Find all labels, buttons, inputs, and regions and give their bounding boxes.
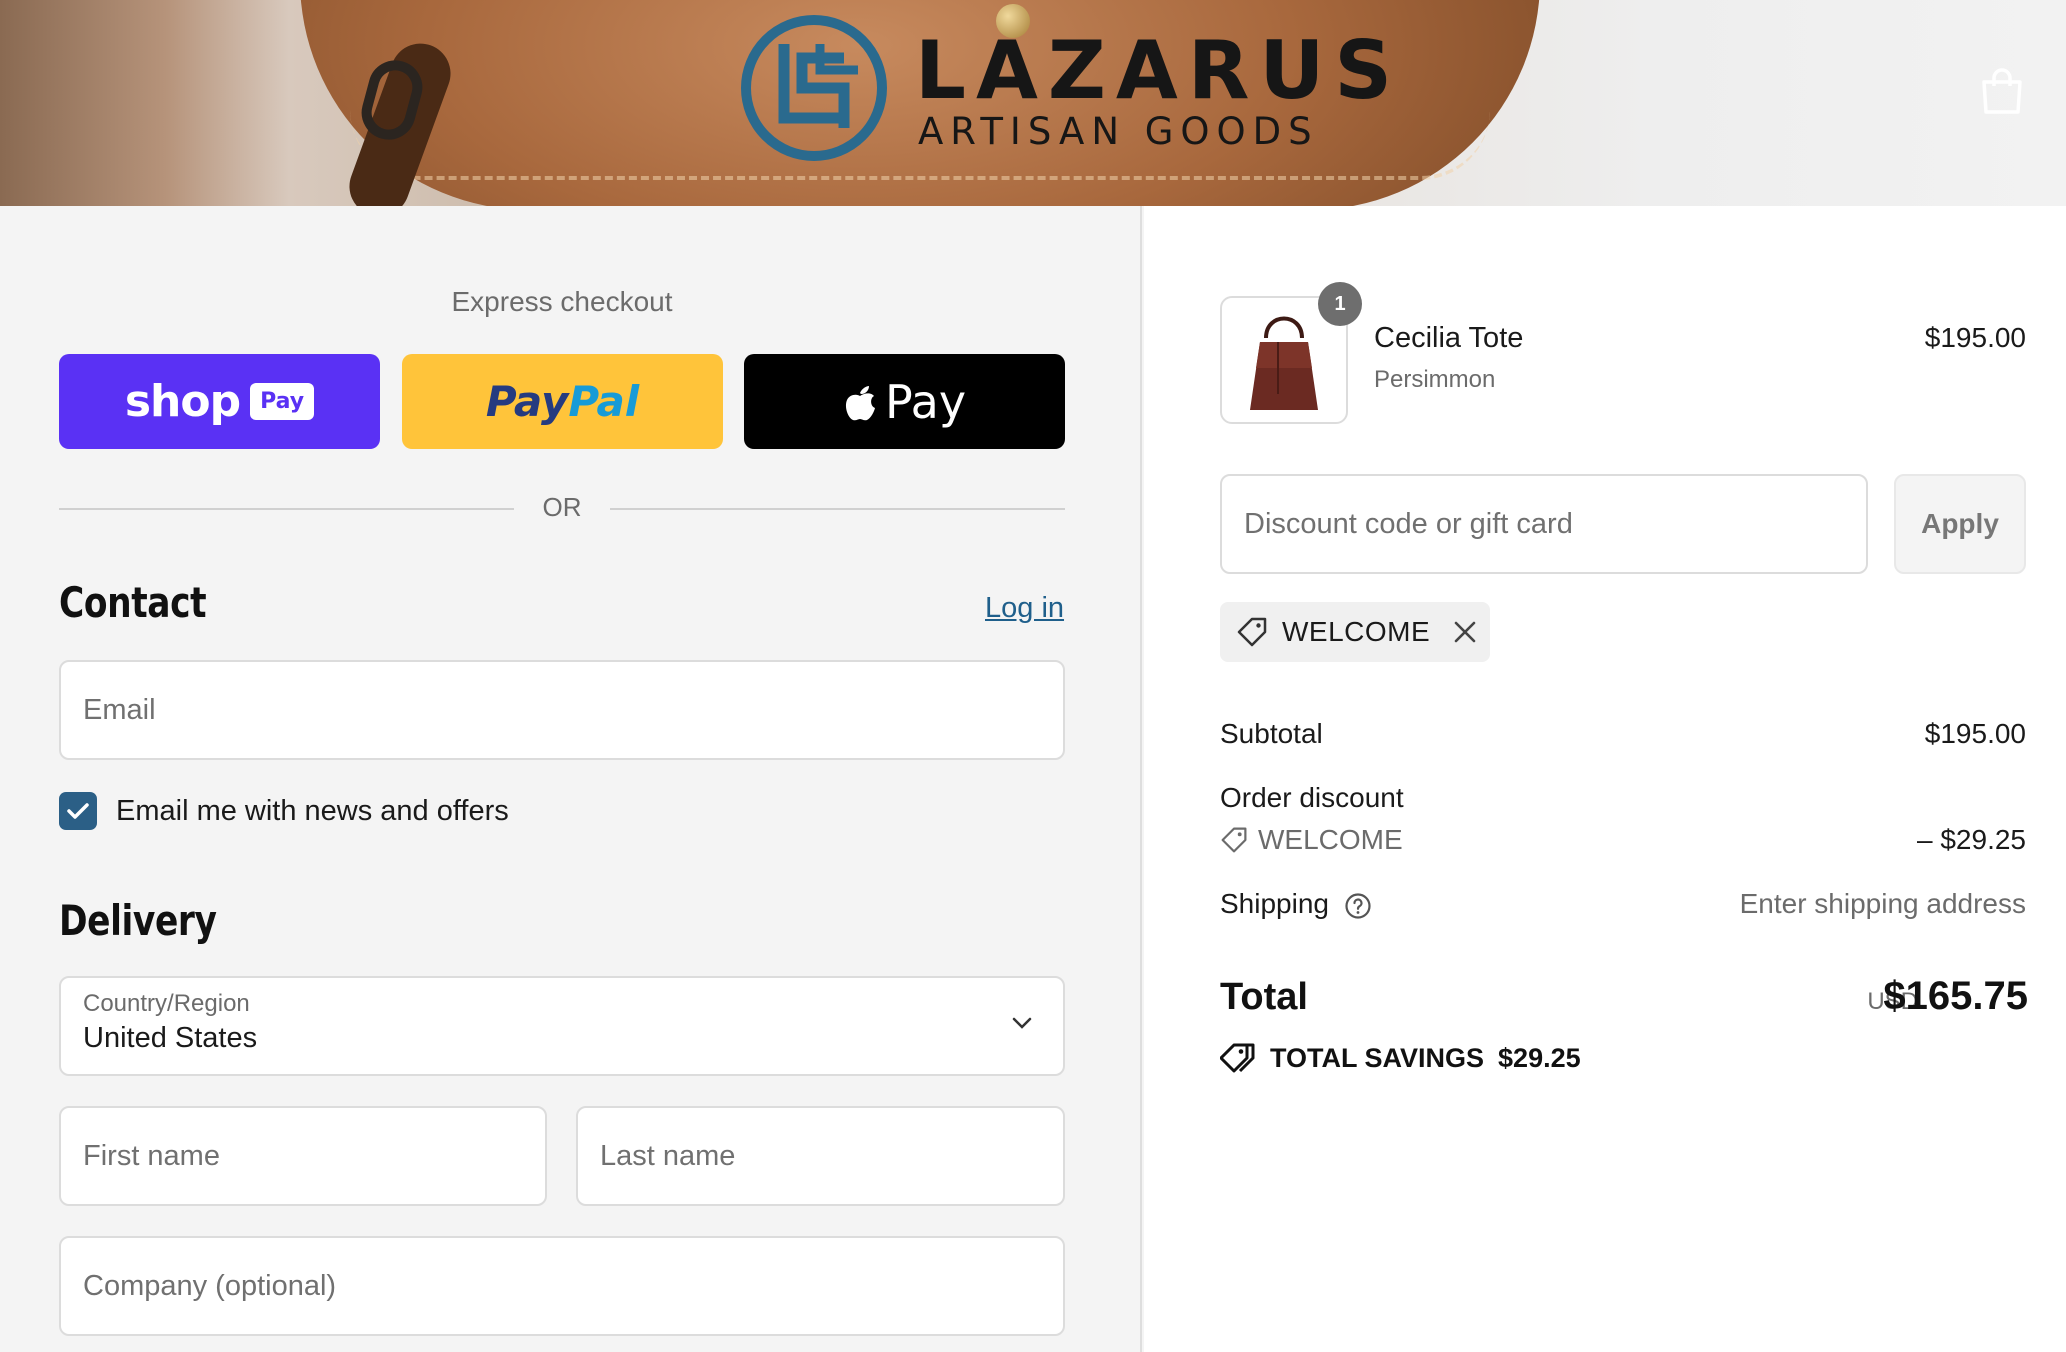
help-circle-icon[interactable] bbox=[1344, 892, 1372, 920]
or-text: OR bbox=[542, 492, 582, 522]
order-discount-code: WELCOME bbox=[1220, 824, 1403, 856]
order-discount-value: – $29.25 bbox=[1917, 824, 2026, 855]
shipping-label: Shipping bbox=[1220, 888, 1329, 919]
brand-tagline: ARTISAN GOODS bbox=[918, 110, 1319, 153]
applied-discount-chip: WELCOME bbox=[1220, 602, 1490, 662]
discount-placeholder: Discount code or gift card bbox=[1244, 508, 1573, 540]
last-name-field[interactable]: Last name bbox=[576, 1106, 1065, 1206]
apple-pay-label: Pay bbox=[884, 374, 967, 429]
contact-heading: Contact bbox=[59, 578, 207, 627]
product-variant: Persimmon bbox=[1374, 366, 1496, 393]
tag-icon bbox=[1237, 617, 1267, 647]
country-value: United States bbox=[83, 1022, 258, 1054]
login-link[interactable]: Log in bbox=[985, 592, 1064, 625]
savings-tag-icon bbox=[1220, 1043, 1255, 1073]
first-name-field[interactable]: First name bbox=[59, 1106, 547, 1206]
newsletter-checkbox[interactable] bbox=[59, 792, 97, 830]
brand-logo[interactable]: LAZARUS ARTISAN GOODS bbox=[740, 14, 1392, 164]
shipping-value: Enter shipping address bbox=[1739, 888, 2026, 919]
checkout-form-panel: Express checkout shop Pay PayPal Pay OR … bbox=[0, 206, 1142, 1352]
email-placeholder: Email bbox=[83, 694, 156, 726]
paypal-logo: PayPal bbox=[486, 377, 639, 426]
total-savings: TOTAL SAVINGS $29.25 bbox=[1220, 1042, 1581, 1074]
order-summary-panel: 1 Cecilia Tote Persimmon $195.00 Discoun… bbox=[1144, 206, 2066, 1352]
subtotal-value: $195.00 bbox=[1924, 718, 2026, 749]
country-label: Country/Region bbox=[83, 990, 250, 1017]
order-discount-label: Order discount bbox=[1220, 782, 1404, 813]
quantity-badge: 1 bbox=[1318, 282, 1362, 326]
shop-pay-chip: Pay bbox=[250, 383, 315, 420]
first-name-placeholder: First name bbox=[83, 1140, 220, 1172]
logo-mark-icon bbox=[741, 15, 887, 161]
product-name: Cecilia Tote bbox=[1374, 322, 1524, 354]
header-banner: LAZARUS ARTISAN GOODS bbox=[0, 0, 2066, 206]
paypal-pal-text: Pal bbox=[568, 377, 640, 426]
tag-icon bbox=[1221, 827, 1247, 853]
or-divider: OR bbox=[59, 492, 1065, 522]
total-value: $165.75 bbox=[1883, 974, 2028, 1018]
apple-logo-icon bbox=[845, 385, 875, 420]
country-select[interactable]: Country/Region United States bbox=[59, 976, 1065, 1076]
email-field[interactable]: Email bbox=[59, 660, 1065, 760]
paypal-button[interactable]: PayPal bbox=[402, 354, 723, 449]
discount-code-field[interactable]: Discount code or gift card bbox=[1220, 474, 1868, 574]
apple-pay-button[interactable]: Pay bbox=[744, 354, 1065, 449]
last-name-placeholder: Last name bbox=[600, 1140, 736, 1172]
company-placeholder: Company (optional) bbox=[83, 1270, 337, 1302]
shop-pay-button[interactable]: shop Pay bbox=[59, 354, 380, 449]
applied-code: WELCOME bbox=[1282, 616, 1431, 647]
checkmark-icon bbox=[67, 803, 89, 819]
savings-amount: $29.25 bbox=[1498, 1042, 1581, 1073]
savings-label: TOTAL SAVINGS bbox=[1270, 1042, 1485, 1073]
subtotal-label: Subtotal bbox=[1220, 718, 1323, 749]
chevron-down-icon bbox=[1012, 1017, 1032, 1029]
company-field[interactable]: Company (optional) bbox=[59, 1236, 1065, 1336]
apply-discount-button[interactable]: Apply bbox=[1894, 474, 2026, 574]
total-label: Total bbox=[1220, 976, 1308, 1018]
brand-name: LAZARUS bbox=[915, 24, 1402, 117]
paypal-pay-text: Pay bbox=[485, 377, 569, 426]
order-discount-code-text: WELCOME bbox=[1258, 824, 1403, 855]
product-price: $195.00 bbox=[1924, 322, 2026, 353]
remove-discount-icon[interactable] bbox=[1452, 619, 1478, 645]
delivery-heading: Delivery bbox=[59, 896, 217, 945]
divider-line-right bbox=[610, 508, 1065, 510]
newsletter-label: Email me with news and offers bbox=[116, 795, 509, 827]
divider-line-left bbox=[59, 508, 514, 510]
express-checkout-title: Express checkout bbox=[451, 286, 673, 317]
shopping-bag-icon[interactable] bbox=[1978, 66, 2026, 116]
shop-pay-word: shop bbox=[124, 376, 241, 427]
